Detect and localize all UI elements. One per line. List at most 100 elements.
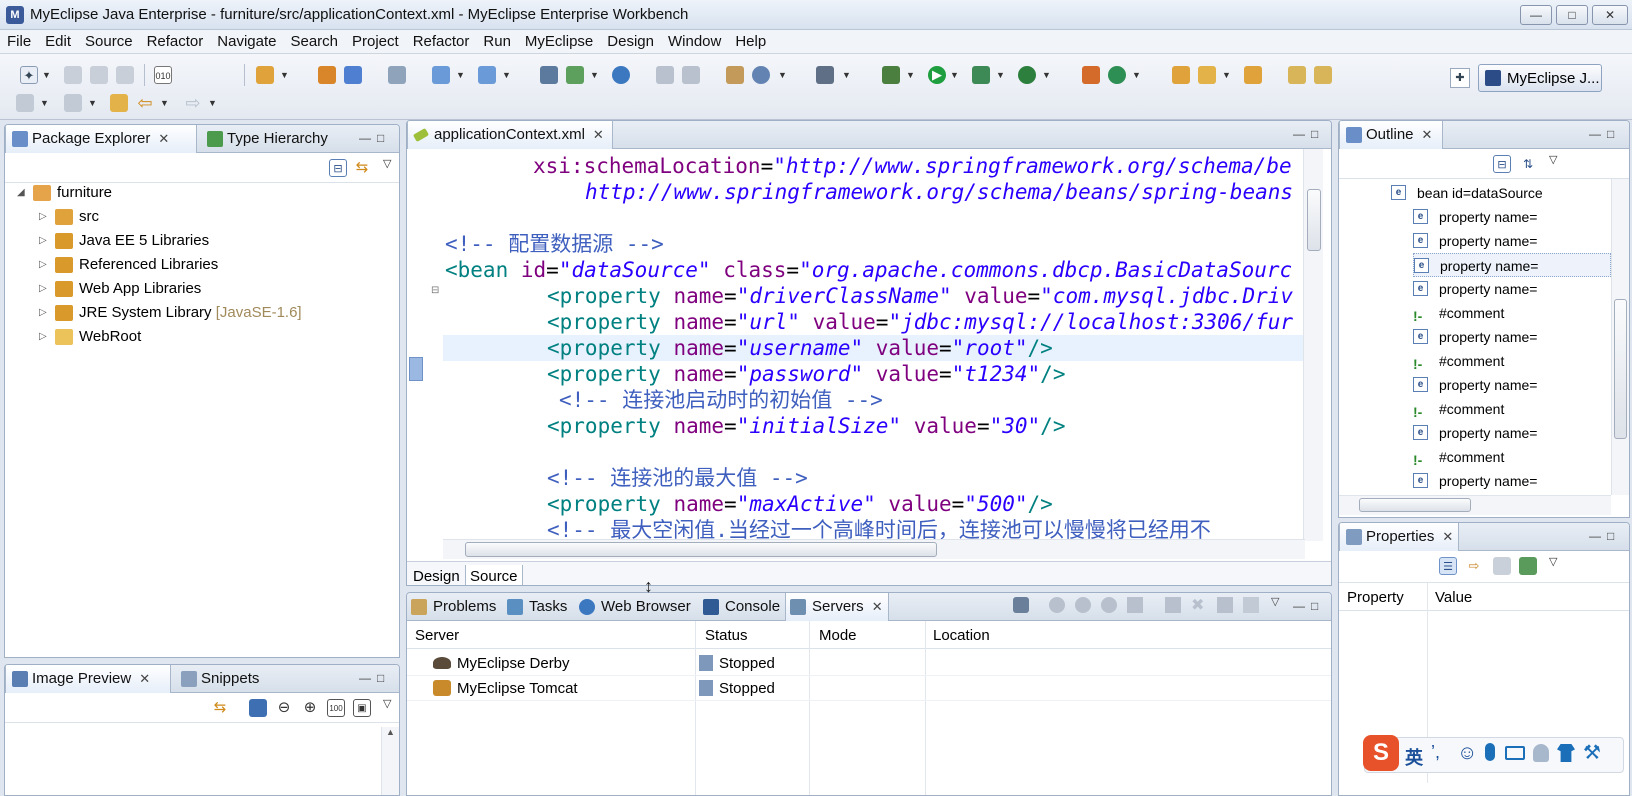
last-edit-icon[interactable] [110, 94, 128, 112]
minimize-icon[interactable]: — [1520, 5, 1552, 25]
minimize-maximize-icon[interactable]: —□ [1293, 127, 1324, 141]
collapse-arrow-icon[interactable]: ▷ [39, 253, 47, 277]
restore-default-icon[interactable] [1519, 557, 1537, 575]
punctuation-icon[interactable]: ’, [1431, 742, 1440, 763]
ime-language-toggle[interactable]: 英 [1405, 744, 1423, 770]
close-tab-icon[interactable]: ✕ [1442, 529, 1453, 544]
sogou-logo-icon[interactable]: S [1363, 735, 1399, 771]
monitor-icon[interactable] [816, 66, 834, 84]
tab-package-explorer[interactable]: Package Explorer ✕ [5, 125, 197, 153]
menu-myeclipse[interactable]: MyEclipse [518, 30, 600, 50]
expand-arrow-icon[interactable]: ◢ [17, 181, 25, 205]
stop-server-icon[interactable] [1127, 597, 1143, 613]
categories-icon[interactable]: ☰ [1439, 557, 1457, 575]
table-row[interactable]: MyEclipse Tomcat Stopped [407, 676, 1331, 701]
hierarchy-icon[interactable] [1288, 66, 1306, 84]
tab-design[interactable]: Design [409, 565, 464, 585]
package-icon[interactable] [318, 66, 336, 84]
browser-icon[interactable] [752, 66, 770, 84]
menu-window[interactable]: Window [661, 30, 728, 50]
pencil-icon[interactable] [1198, 66, 1216, 84]
close-tab-icon[interactable]: ✕ [1422, 127, 1433, 142]
db-icon[interactable] [682, 66, 700, 84]
image-preview-scrollbar[interactable]: ▲ [381, 727, 399, 795]
prev-annotation-icon[interactable] [16, 94, 34, 112]
open-type-icon[interactable] [256, 66, 274, 84]
emoji-icon[interactable]: ☺ [1457, 742, 1477, 765]
run-profile-icon[interactable] [972, 66, 990, 84]
perspective-switcher[interactable]: MyEclipse J... [1478, 64, 1602, 92]
tab-problems[interactable]: Problems [407, 593, 501, 621]
close-tab-icon[interactable]: ✕ [872, 599, 883, 614]
save-all-icon[interactable] [90, 66, 108, 84]
open-folder-icon[interactable] [1172, 66, 1190, 84]
minimize-maximize-icon[interactable]: —□ [1589, 127, 1620, 141]
collapse-arrow-icon[interactable]: ▷ [39, 205, 47, 229]
profile-server-icon[interactable] [1101, 597, 1117, 613]
tab-applicationcontext-xml[interactable]: applicationContext.xml ✕ [407, 121, 613, 149]
view-menu-icon[interactable]: ▽ [1549, 153, 1557, 166]
collapse-arrow-icon[interactable]: ▷ [39, 301, 47, 325]
scroll-thumb[interactable] [465, 542, 937, 557]
minimize-maximize-icon[interactable]: —□ [1293, 599, 1324, 613]
copy-icon[interactable] [1217, 597, 1233, 613]
editor-vertical-scrollbar[interactable] [1303, 149, 1323, 541]
table-row[interactable]: MyEclipse Derby Stopped [407, 651, 1331, 676]
tab-console[interactable]: Console [699, 593, 783, 621]
menu-project[interactable]: Project [345, 30, 406, 50]
scroll-thumb[interactable] [1359, 498, 1471, 512]
server-config-icon[interactable] [1013, 597, 1029, 613]
collapse-arrow-icon[interactable]: ▷ [39, 325, 47, 349]
keyboard-icon[interactable] [1505, 746, 1525, 760]
view-menu-icon[interactable]: ▽ [383, 697, 391, 710]
deploy-server-icon[interactable] [566, 66, 584, 84]
skin-icon[interactable] [1557, 744, 1575, 762]
minimize-maximize-icon[interactable]: —□ [359, 671, 390, 685]
debug-server-icon[interactable] [1049, 597, 1065, 613]
fit-image-icon[interactable] [249, 699, 267, 717]
link-icon[interactable]: ⇆ [211, 699, 229, 717]
advanced-icon[interactable] [1493, 557, 1511, 575]
deploy-icon[interactable] [388, 66, 406, 84]
menu-file[interactable]: File [0, 30, 38, 50]
wrench-icon[interactable]: ⚒ [1583, 740, 1601, 765]
editor-horizontal-scrollbar[interactable] [443, 539, 1305, 559]
tab-snippets[interactable]: Snippets [175, 665, 285, 693]
folder-icon[interactable] [1244, 66, 1262, 84]
debug-icon[interactable] [882, 66, 900, 84]
scroll-thumb[interactable] [1614, 299, 1627, 439]
close-tab-icon[interactable]: ✕ [593, 127, 604, 142]
microphone-icon[interactable] [1485, 743, 1495, 761]
outline-vertical-scrollbar[interactable] [1611, 179, 1629, 495]
print-icon[interactable] [116, 66, 134, 84]
collapse-arrow-icon[interactable]: ▷ [39, 277, 47, 301]
fold-icon[interactable]: ⊟ [431, 285, 439, 296]
run-icon[interactable]: ▶ [928, 66, 946, 84]
plugin-icon[interactable] [1082, 66, 1100, 84]
tab-web-browser[interactable]: Web Browser [575, 593, 697, 621]
outline-item-selected[interactable]: e property name= [1413, 253, 1611, 277]
zoom-in-icon[interactable]: ⊕ [301, 699, 319, 717]
menu-design[interactable]: Design [600, 30, 661, 50]
save-icon[interactable] [64, 66, 82, 84]
tab-tasks[interactable]: Tasks [503, 593, 573, 621]
tab-source[interactable]: Source [465, 565, 523, 585]
view-menu-icon[interactable]: ▽ [1549, 555, 1557, 568]
forward-icon[interactable]: ⇨ [184, 94, 202, 112]
next-annotation-icon[interactable] [64, 94, 82, 112]
menu-help[interactable]: Help [728, 30, 773, 50]
wizard-icon[interactable] [432, 66, 450, 84]
link-editor-icon[interactable]: ⇆ [353, 159, 371, 177]
remove-icon[interactable]: ✖ [1191, 595, 1207, 614]
collapse-arrow-icon[interactable]: ▷ [39, 229, 47, 253]
menu-refactor-2[interactable]: Refactor [406, 30, 477, 50]
menu-edit[interactable]: Edit [38, 30, 78, 50]
server-icon[interactable] [540, 66, 558, 84]
back-icon[interactable]: ⇦ [136, 94, 154, 112]
close-tab-icon[interactable]: ✕ [158, 131, 169, 146]
zoom-out-icon[interactable]: ⊖ [275, 699, 293, 717]
sort-icon[interactable]: ⇅ [1519, 155, 1537, 173]
open-icon[interactable] [1243, 597, 1259, 613]
start-server-icon[interactable] [1075, 597, 1091, 613]
minimize-maximize-icon[interactable]: —□ [359, 131, 390, 145]
